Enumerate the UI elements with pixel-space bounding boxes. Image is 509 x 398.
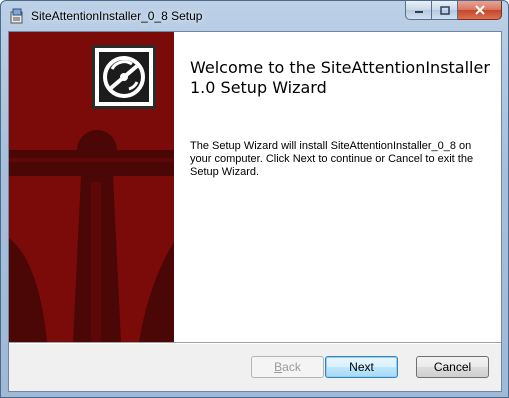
maximize-icon: [439, 5, 450, 15]
side-banner: [9, 32, 174, 342]
button-bar: Back Next Cancel: [9, 344, 501, 391]
window-title: SiteAttentionInstaller_0_8 Setup: [31, 9, 203, 23]
welcome-panel: Welcome to the SiteAttentionInstaller 1.…: [175, 32, 501, 342]
wizard-description: The Setup Wizard will install SiteAttent…: [190, 140, 474, 178]
next-button[interactable]: Next: [325, 356, 398, 378]
close-button[interactable]: [458, 1, 502, 20]
minimize-button[interactable]: [405, 1, 432, 20]
installer-icon: [10, 8, 23, 24]
caption-buttons: [405, 1, 502, 21]
wizard-title: Welcome to the SiteAttentionInstaller 1.…: [190, 58, 490, 97]
minimize-icon: [414, 11, 423, 13]
back-button[interactable]: Back: [251, 356, 324, 378]
cancel-button[interactable]: Cancel: [416, 356, 489, 378]
wizard-client-area: Welcome to the SiteAttentionInstaller 1.…: [8, 31, 502, 392]
disc-logo-icon: [103, 56, 145, 98]
close-icon: [474, 5, 485, 15]
logo: [92, 45, 156, 109]
title-bar[interactable]: SiteAttentionInstaller_0_8 Setup: [1, 1, 508, 31]
setup-window: SiteAttentionInstaller_0_8 Setup Welcome…: [0, 0, 509, 398]
maximize-button[interactable]: [432, 1, 458, 20]
